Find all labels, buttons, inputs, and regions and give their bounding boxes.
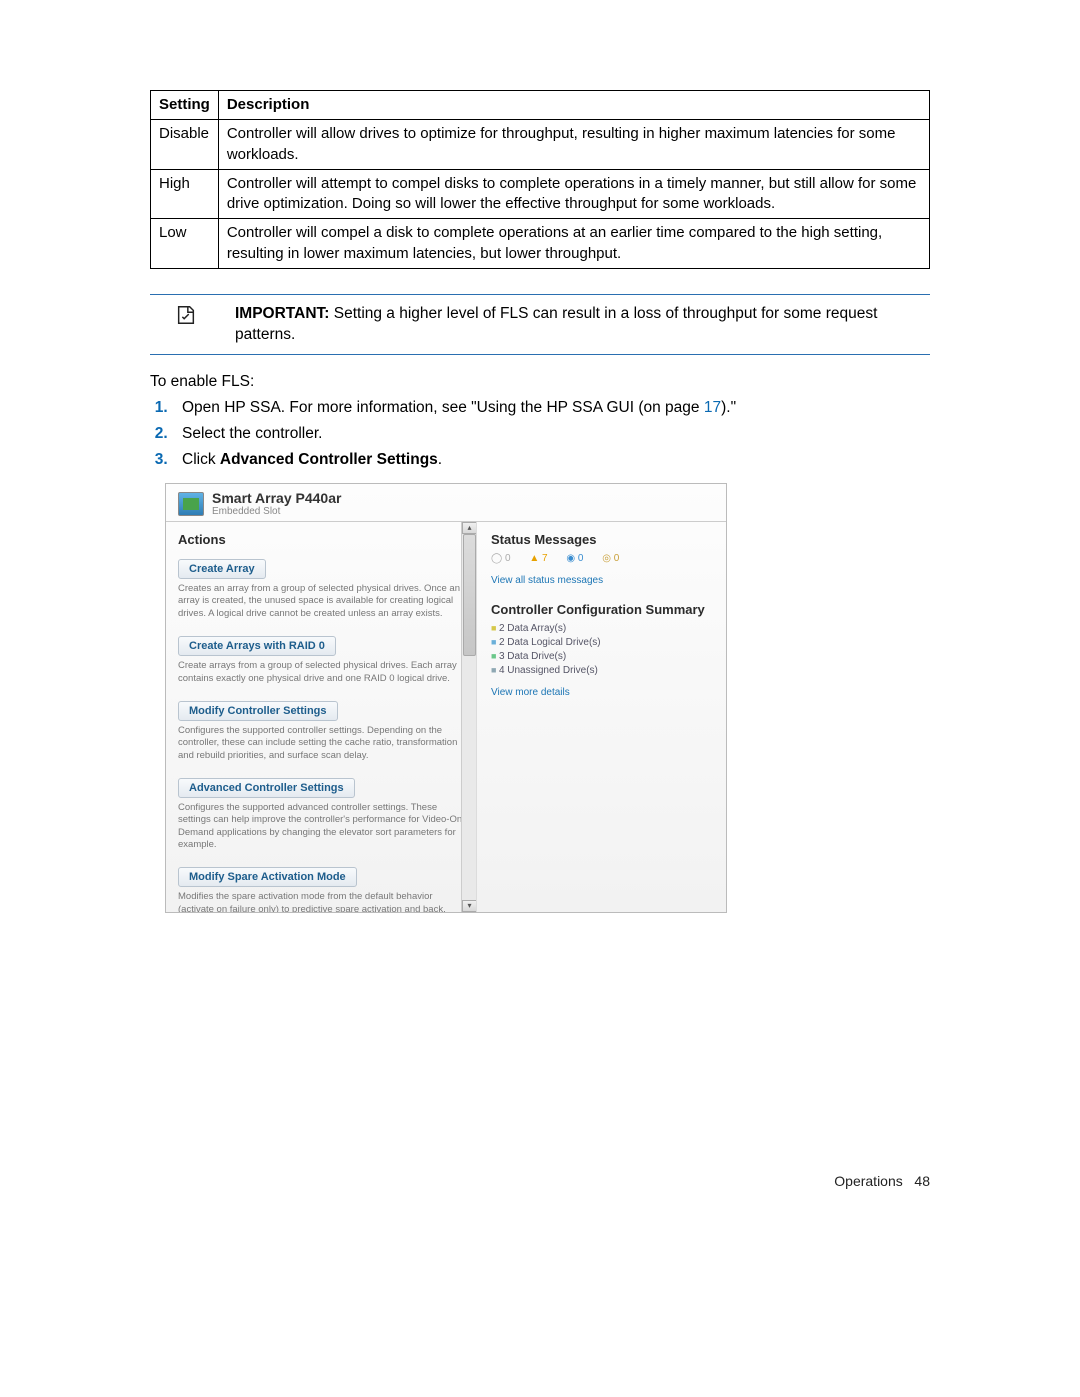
th-description: Description <box>218 91 929 120</box>
action-desc: Create arrays from a group of selected p… <box>178 660 468 685</box>
action-desc: Modifies the spare activation mode from … <box>178 891 468 912</box>
page-link[interactable]: 17 <box>704 399 721 416</box>
intro-text: To enable FLS: <box>150 373 930 391</box>
controller-subtitle: Embedded Slot <box>212 506 341 517</box>
scrollbar[interactable]: ▴ ▾ <box>461 522 477 912</box>
cell-desc: Controller will allow drives to optimize… <box>218 120 929 170</box>
config-summary-list: 2 Data Array(s) 2 Data Logical Drive(s) … <box>491 623 714 676</box>
create-array-button[interactable]: Create Array <box>178 559 266 579</box>
status-counts: ◯ 0 ▲ 7 ◉ 0 ◎ 0 <box>491 553 714 564</box>
cell-desc: Controller will compel a disk to complet… <box>218 219 929 269</box>
th-setting: Setting <box>151 91 219 120</box>
table-row: Disable Controller will allow drives to … <box>151 120 930 170</box>
footer-page: 48 <box>914 1173 930 1189</box>
important-label: IMPORTANT: <box>235 305 329 322</box>
step-2: Select the controller. <box>172 425 930 443</box>
summary-item: 3 Data Drive(s) <box>491 651 714 662</box>
page-footer: Operations 48 <box>150 1173 930 1189</box>
view-all-status-link[interactable]: View all status messages <box>491 575 603 586</box>
controller-icon <box>178 492 204 516</box>
modify-spare-activation-button[interactable]: Modify Spare Activation Mode <box>178 867 357 887</box>
settings-table: Setting Description Disable Controller w… <box>150 90 930 269</box>
modify-controller-settings-button[interactable]: Modify Controller Settings <box>178 701 338 721</box>
footer-section: Operations <box>834 1173 902 1189</box>
step-1: Open HP SSA. For more information, see "… <box>172 399 930 417</box>
controller-title: Smart Array P440ar <box>212 490 341 506</box>
scroll-thumb[interactable] <box>463 534 476 656</box>
steps-list: Open HP SSA. For more information, see "… <box>150 399 930 469</box>
advanced-controller-settings-button[interactable]: Advanced Controller Settings <box>178 778 355 798</box>
cell-setting: Low <box>151 219 219 269</box>
scroll-up-icon[interactable]: ▴ <box>462 522 477 534</box>
summary-item: 2 Data Logical Drive(s) <box>491 637 714 648</box>
important-text: Setting a higher level of FLS can result… <box>235 305 877 344</box>
actions-header: Actions <box>178 532 468 547</box>
action-desc: Configures the supported controller sett… <box>178 725 468 762</box>
controller-header: Smart Array P440ar Embedded Slot <box>166 484 726 522</box>
create-arrays-raid0-button[interactable]: Create Arrays with RAID 0 <box>178 636 336 656</box>
cell-setting: High <box>151 169 219 219</box>
cell-setting: Disable <box>151 120 219 170</box>
view-more-details-link[interactable]: View more details <box>491 687 570 698</box>
hp-ssa-screenshot: Smart Array P440ar Embedded Slot Actions… <box>165 483 727 913</box>
step-3: Click Advanced Controller Settings. <box>172 451 930 469</box>
cell-desc: Controller will attempt to compel disks … <box>218 169 929 219</box>
summary-item: 4 Unassigned Drive(s) <box>491 665 714 676</box>
status-header: Status Messages <box>491 532 714 547</box>
action-desc: Creates an array from a group of selecte… <box>178 583 468 620</box>
table-row: High Controller will attempt to compel d… <box>151 169 930 219</box>
summary-item: 2 Data Array(s) <box>491 623 714 634</box>
important-callout: IMPORTANT: Setting a higher level of FLS… <box>150 294 930 355</box>
note-icon <box>150 303 215 332</box>
scroll-down-icon[interactable]: ▾ <box>462 900 477 912</box>
table-row: Low Controller will compel a disk to com… <box>151 219 930 269</box>
config-summary-header: Controller Configuration Summary <box>491 602 714 617</box>
action-desc: Configures the supported advanced contro… <box>178 802 468 851</box>
